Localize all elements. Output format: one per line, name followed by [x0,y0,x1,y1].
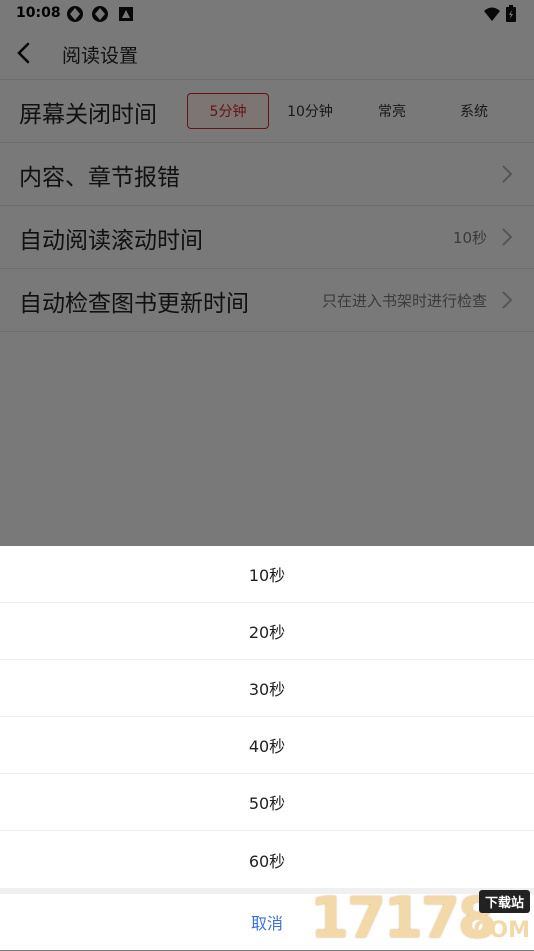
watermark-suffix: COM [473,918,530,943]
watermark-badge: 下载站 [478,890,530,913]
sheet-option-40s[interactable]: 40秒 [0,717,534,774]
watermark-number: 17178 [310,886,497,951]
watermark-logo: 17178 下载站 COM [310,888,534,950]
sheet-option-20s[interactable]: 20秒 [0,603,534,660]
sheet-option-60s[interactable]: 60秒 [0,831,534,888]
sheet-option-10s[interactable]: 10秒 [0,546,534,603]
sheet-option-50s[interactable]: 50秒 [0,774,534,831]
sheet-option-30s[interactable]: 30秒 [0,660,534,717]
